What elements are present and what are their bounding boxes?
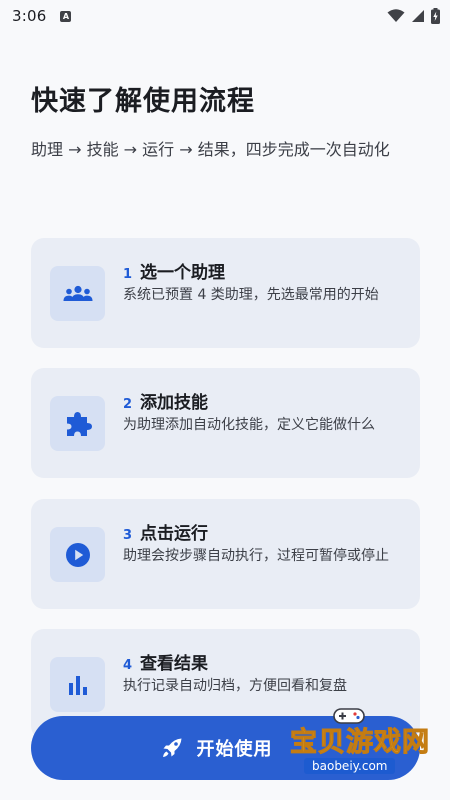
step-number: 2 [123,397,133,412]
status-left: 3:06 A [12,7,72,25]
step-description: 系统已预置 4 类助理，先选最常用的开始 [123,287,379,303]
step-icon-box [50,527,105,582]
status-time: 3:06 [12,7,47,25]
status-bar: 3:06 A [0,0,450,32]
puzzle-piece-icon [66,411,92,436]
status-right [387,8,440,24]
step-title: 选一个助理 [140,263,226,283]
step-description: 为助理添加自动化技能，定义它能做什么 [123,417,375,433]
step-number: 3 [123,528,133,543]
step-number: 1 [123,267,133,282]
step-title: 添加技能 [140,393,209,413]
step-head: 1 选一个助理 [123,258,225,283]
step-icon-box [50,396,105,451]
people-group-icon [63,285,92,301]
rocket-icon [162,738,181,757]
step-description: 执行记录自动归档，方便回看和复盘 [123,678,347,694]
step-head: 3 点击运行 [123,519,208,544]
step-card-run[interactable]: 3 点击运行 助理会按步骤自动执行，过程可暂停或停止 [31,499,420,609]
step-card-select-assistant[interactable]: 1 选一个助理 系统已预置 4 类助理，先选最常用的开始 [31,238,420,348]
bar-chart-icon [68,675,87,695]
step-icon-box [50,657,105,712]
step-title: 点击运行 [140,524,209,544]
step-description: 助理会按步骤自动执行，过程可暂停或停止 [123,548,389,564]
a-notification-icon: A [60,10,72,22]
page-subtitle: 助理 → 技能 → 运行 → 结果，四步完成一次自动化 [31,140,390,159]
watermark: 宝贝游戏网 baobeiy.com [290,706,448,784]
battery-charging-icon [431,8,440,24]
step-head: 4 查看结果 [123,649,208,674]
step-number: 4 [123,658,133,673]
step-title: 查看结果 [140,654,209,674]
watermark-text: 宝贝游戏网 [290,727,430,759]
cell-signal-icon [412,10,424,22]
wifi-icon [387,9,405,22]
watermark-url: baobeiy.com [304,758,396,774]
page-title: 快速了解使用流程 [31,86,255,117]
start-button-label: 开始使用 [196,739,273,760]
play-circle-icon [65,542,90,567]
step-icon-box [50,266,105,321]
step-card-add-skill[interactable]: 2 添加技能 为助理添加自动化技能，定义它能做什么 [31,368,420,478]
step-head: 2 添加技能 [123,388,208,413]
